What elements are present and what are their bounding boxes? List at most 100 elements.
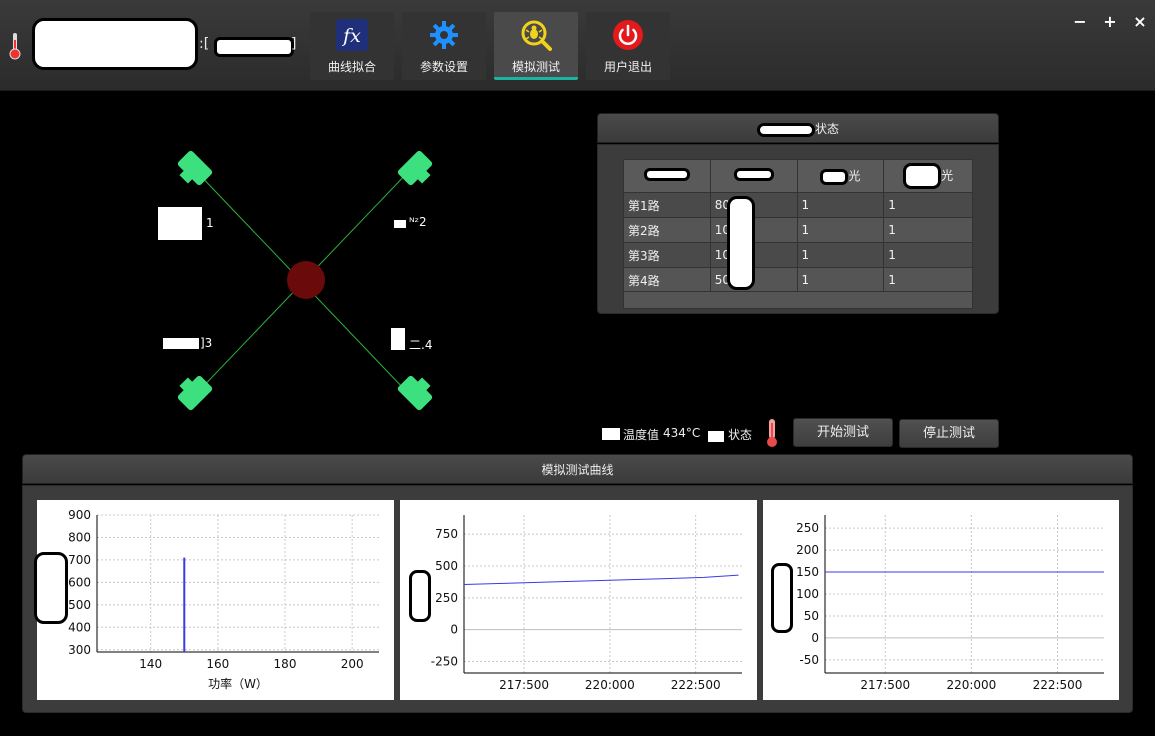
nav-settings-button[interactable]: 参数设置 — [402, 12, 486, 80]
y-tick-label: 200 — [796, 543, 819, 557]
channel-label-4: 二.4 — [409, 338, 433, 352]
y-tick-label: 250 — [435, 591, 458, 605]
cell: 第2路 — [623, 217, 711, 243]
y-tick-label: 0 — [450, 623, 458, 637]
y-tick-label: -250 — [431, 655, 458, 669]
col-header — [623, 159, 711, 193]
lamp-icon-2 — [397, 150, 433, 186]
subtitle-suffix: ] — [291, 36, 297, 52]
start-test-button[interactable]: 开始测试 — [793, 418, 893, 447]
status-panel-title: 状态 — [814, 122, 839, 136]
y-tick-label: 100 — [796, 587, 819, 601]
temp-label: 温度值 — [623, 428, 660, 442]
header-redacted — [820, 168, 849, 185]
cell: 1 — [883, 217, 973, 243]
y-tick-label: 500 — [435, 559, 458, 573]
power-chart: 140 160 180 200 300 400 500 600 700 800 900 功率（W） — [37, 500, 394, 700]
table-row[interactable]: 第3路 10 1 1 — [623, 242, 973, 268]
col-header: 光 — [883, 159, 973, 193]
y-tick-label: 0 — [811, 631, 819, 645]
app-title-redacted — [32, 18, 198, 70]
status-table: 光 光 第1路 80 1 1 第2路 10 1 1 第3路 10 1 1 第4路 50 1 1 — [623, 159, 973, 293]
y-tick-label: 150 — [796, 565, 819, 579]
y-tick-label: 600 — [68, 575, 91, 589]
center-node — [287, 261, 325, 299]
subtitle-prefix: :[ — [199, 36, 210, 52]
time-chart-a: 217:500 220:000 222:500 -250 0 250 500 750 — [400, 500, 757, 700]
x-tick-label: 180 — [274, 657, 297, 671]
y-tick-label: 50 — [804, 609, 819, 623]
cell: 1 — [796, 267, 885, 293]
temp-value: 434°C — [663, 426, 701, 440]
col-header — [709, 159, 798, 193]
table-row[interactable]: 第1路 80 1 1 — [623, 192, 973, 218]
header-redacted — [733, 168, 774, 181]
lamp-icon-1 — [177, 150, 213, 186]
x-tick-label: 217:500 — [499, 678, 549, 692]
ylabel-redacted — [409, 570, 431, 622]
y-tick-label: 400 — [68, 620, 91, 634]
status-panel: 光 光 第1路 80 1 1 第2路 10 1 1 第3路 10 1 1 第4路 50 1 1 — [597, 144, 999, 314]
time-chart-b: 217:500 220:000 222:500 -50 0 50 100 150 200 250 — [763, 500, 1119, 700]
cell: 1 — [796, 192, 885, 218]
x-tick-label: 220:000 — [585, 678, 635, 692]
x-tick-label: 222:500 — [671, 678, 721, 692]
cell: 1 — [883, 192, 973, 218]
thermometer-icon — [9, 33, 21, 60]
nav-curve-fit-button[interactable]: fx 曲线拟合 — [310, 12, 394, 80]
y-tick-label: 500 — [68, 598, 91, 612]
x-tick-label: 140 — [139, 657, 162, 671]
minimize-button[interactable]: − — [1072, 12, 1088, 31]
fx-icon: fx — [335, 18, 369, 52]
header-redacted — [643, 168, 690, 181]
nav-logout-button[interactable]: 用户退出 — [586, 12, 670, 80]
cell: 1 — [883, 242, 973, 268]
series-line — [463, 574, 739, 585]
subtitle-redacted — [214, 37, 294, 57]
y-tick-label: 750 — [435, 527, 458, 541]
header-redacted — [756, 122, 815, 137]
gear-icon — [427, 18, 461, 52]
curve-panel-title: 模拟测试曲线 — [541, 463, 614, 477]
header-redacted — [903, 163, 942, 189]
label-redacted — [394, 220, 406, 228]
y-tick-label: 300 — [68, 643, 91, 657]
nav-label: 参数设置 — [419, 60, 468, 74]
x-tick-label: 200 — [341, 657, 364, 671]
stop-test-button[interactable]: 停止测试 — [899, 419, 999, 448]
ylabel-redacted — [771, 563, 793, 633]
ylabel-redacted — [34, 552, 68, 624]
power-icon — [611, 18, 645, 52]
label-redacted — [163, 338, 199, 349]
nav-label: 用户退出 — [603, 60, 652, 74]
channel-label-1: 1 — [206, 216, 214, 230]
x-tick-label: 217:500 — [860, 678, 910, 692]
channel-label-3: ]3 — [200, 336, 213, 350]
curve-panel-header: 模拟测试曲线 — [22, 454, 1133, 484]
x-tick-label: 160 — [206, 657, 229, 671]
channel-label-2: ᴺᶻ2 — [409, 215, 427, 229]
title-bar: :[ ] fx 曲线拟合 参数设置 模拟测试 用户退出 − + × — [0, 0, 1155, 91]
svg-text:fx: fx — [341, 25, 361, 47]
bug-search-icon — [519, 18, 553, 52]
cell: 1 — [796, 217, 885, 243]
cell: 第1路 — [623, 192, 711, 218]
y-tick-label: -50 — [799, 653, 819, 667]
x-axis-label: 功率（W） — [208, 676, 268, 691]
col-header: 光 — [796, 159, 885, 193]
y-tick-label: 250 — [796, 521, 819, 535]
thermometer-icon — [767, 419, 777, 447]
table-row[interactable]: 第4路 50 1 1 — [623, 267, 973, 293]
y-tick-label: 900 — [68, 508, 91, 522]
main-nav: fx 曲线拟合 参数设置 模拟测试 用户退出 — [310, 12, 670, 80]
cell: 第3路 — [623, 242, 711, 268]
cell: 1 — [883, 267, 973, 293]
table-footer — [623, 291, 973, 309]
close-button[interactable]: × — [1132, 12, 1148, 31]
nav-sim-test-button[interactable]: 模拟测试 — [494, 12, 578, 80]
nav-label: 模拟测试 — [511, 60, 560, 74]
y-tick-label: 800 — [68, 530, 91, 544]
table-row[interactable]: 第2路 10 1 1 — [623, 217, 973, 243]
maximize-button[interactable]: + — [1102, 12, 1118, 31]
label-redacted — [391, 328, 405, 350]
